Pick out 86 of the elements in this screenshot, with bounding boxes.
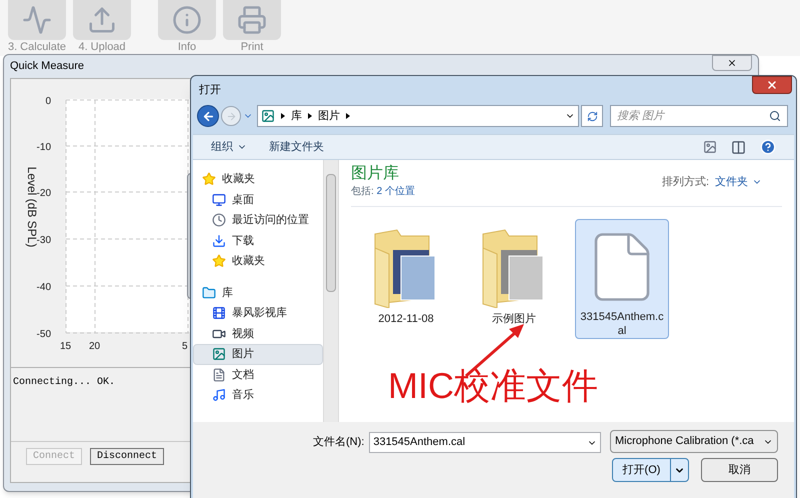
nav-item[interactable]: 库 bbox=[193, 282, 323, 303]
command-button[interactable]: 新建文件夹 bbox=[269, 138, 324, 156]
star-icon bbox=[202, 172, 216, 186]
dialog-button[interactable]: 取消 bbox=[701, 458, 778, 482]
toolbar-label: Print bbox=[240, 40, 264, 54]
forward-icon bbox=[226, 110, 236, 122]
nav-item[interactable]: 图片 bbox=[193, 344, 323, 364]
close-button[interactable] bbox=[712, 54, 752, 70]
scrollbar[interactable] bbox=[323, 160, 339, 422]
refresh-icon bbox=[586, 110, 598, 122]
file-name: 331545Anthem.cal bbox=[579, 310, 665, 338]
graph-icon bbox=[22, 5, 52, 35]
refresh-button[interactable] bbox=[581, 105, 603, 127]
clock-icon bbox=[212, 213, 226, 228]
axis-tick-label: 15 bbox=[60, 341, 72, 352]
nav-item[interactable]: 收藏夹 bbox=[193, 169, 323, 190]
close-icon bbox=[766, 79, 778, 91]
arrange-dropdown[interactable]: 文件夹 bbox=[715, 174, 762, 190]
star-icon bbox=[212, 254, 226, 268]
download-icon bbox=[212, 234, 226, 248]
search-input[interactable]: 搜索 图片 bbox=[617, 108, 769, 124]
nav-item[interactable]: 最近访问的位置 bbox=[193, 210, 323, 230]
dialog-button[interactable]: 打开(O) bbox=[612, 458, 689, 482]
command-button[interactable]: 组织 bbox=[211, 138, 247, 156]
info-icon bbox=[172, 5, 202, 35]
breadcrumb-arrow-icon bbox=[281, 113, 285, 119]
axis-tick-label: 20 bbox=[89, 341, 100, 352]
printer-icon bbox=[237, 5, 267, 35]
nav-item[interactable]: 音乐 bbox=[193, 385, 323, 406]
axis-tick-label: -50 bbox=[36, 329, 51, 340]
library-includes: 包括: 2 个位置 bbox=[351, 184, 415, 199]
film-icon bbox=[212, 306, 226, 320]
library-title: 图片库 bbox=[351, 164, 400, 184]
filename-input[interactable]: 331545Anthem.cal bbox=[373, 434, 588, 451]
window-title: Quick Measure bbox=[10, 59, 84, 74]
nav-item[interactable]: 暴风影视库 bbox=[193, 303, 323, 324]
toolbar-label: Info bbox=[178, 40, 196, 54]
axis-tick-label: -40 bbox=[36, 282, 51, 293]
picture-icon bbox=[261, 109, 275, 123]
axis-tick-label: -30 bbox=[36, 235, 51, 246]
annotation-text: MIC校准文件 bbox=[388, 364, 598, 408]
axis-tick-label: 0 bbox=[45, 96, 51, 107]
file-type-dropdown[interactable]: Microphone Calibration (*.ca bbox=[610, 430, 778, 453]
filename-label: 文件名(N): bbox=[313, 434, 364, 450]
search-box[interactable]: 搜索 图片 bbox=[610, 105, 788, 127]
breadcrumb-item[interactable]: 库 bbox=[291, 108, 302, 124]
file-item[interactable]: 示例图片 bbox=[467, 219, 561, 339]
nav-item[interactable]: 下载 bbox=[193, 230, 323, 251]
breadcrumb-item[interactable]: 图片 bbox=[318, 108, 340, 124]
file-item[interactable]: 331545Anthem.cal bbox=[575, 219, 669, 339]
preview-pane-icon[interactable] bbox=[731, 140, 746, 154]
axis-tick-label: -20 bbox=[36, 188, 51, 199]
nav-item[interactable]: 视频 bbox=[193, 324, 323, 344]
address-bar[interactable]: 库 图片 bbox=[257, 105, 579, 127]
filename-field[interactable]: 331545Anthem.cal bbox=[369, 432, 602, 453]
dialog-title: 打开 bbox=[199, 83, 221, 98]
locations-link[interactable]: 2 个位置 bbox=[376, 186, 415, 197]
document-icon bbox=[212, 368, 226, 382]
breadcrumb-arrow-icon bbox=[308, 113, 312, 119]
monitor-icon bbox=[212, 192, 226, 207]
nav-item[interactable]: 收藏夹 bbox=[193, 251, 323, 272]
nav-item[interactable]: 文档 bbox=[193, 364, 323, 385]
breadcrumb-arrow-icon bbox=[346, 113, 350, 119]
upload-icon bbox=[87, 5, 117, 35]
axis-title: Level (dB SPL) bbox=[25, 166, 39, 248]
file-name: 示例图片 bbox=[491, 312, 537, 326]
picture-icon bbox=[212, 347, 226, 362]
toolbar-label: 4. Upload bbox=[78, 40, 126, 54]
file-name: 2012-11-08 bbox=[377, 312, 435, 326]
close-button[interactable] bbox=[752, 76, 792, 94]
back-icon bbox=[202, 110, 214, 122]
axis-tick-label: 5 bbox=[182, 341, 188, 352]
close-icon bbox=[727, 58, 737, 68]
view-icon[interactable] bbox=[703, 140, 717, 154]
folder-icon bbox=[202, 286, 216, 300]
search-icon bbox=[769, 110, 781, 122]
arrange-label: 排列方式: bbox=[662, 174, 709, 190]
log-text: Connecting... OK. bbox=[13, 376, 116, 390]
nav-item[interactable]: 桌面 bbox=[193, 190, 323, 210]
music-icon bbox=[212, 388, 226, 402]
action-button[interactable]: Disconnect bbox=[90, 448, 164, 465]
back-button[interactable] bbox=[197, 105, 219, 127]
file-item[interactable]: 2012-11-08 bbox=[359, 219, 453, 339]
axis-tick-label: -10 bbox=[36, 142, 51, 153]
help-icon[interactable] bbox=[760, 139, 776, 155]
toolbar-label: 3. Calculate bbox=[8, 40, 66, 54]
